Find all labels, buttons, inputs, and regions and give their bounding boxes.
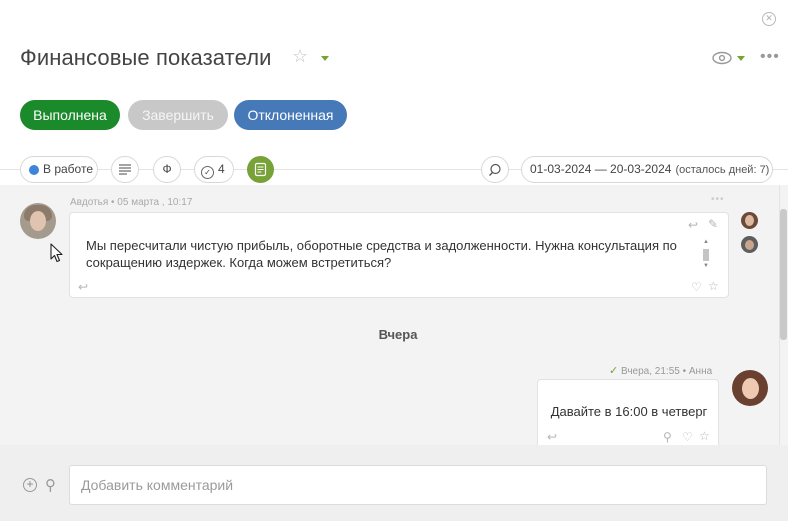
message-meta: ✓ Вчера, 21:55 • Анна (609, 365, 713, 377)
edit-icon[interactable]: ✎ (708, 217, 718, 231)
search-icon (489, 163, 501, 176)
page-title: Финансовые показатели (20, 45, 272, 70)
comment-input[interactable] (69, 465, 767, 505)
message-more-icon[interactable]: ••• (711, 194, 725, 205)
comment-text: Мы пересчитали чистую прибыль, оборотные… (86, 238, 677, 270)
days-remaining: (осталось дней: 7) (675, 164, 770, 176)
checklist-count: 4 (218, 162, 225, 176)
pin-icon[interactable]: ⚲ (663, 430, 672, 444)
comment-text: Давайте в 16:00 в четверг (550, 404, 708, 419)
quote-reply-icon[interactable]: ↩ (547, 430, 557, 444)
favorite-star-icon[interactable]: ☆ (292, 46, 308, 67)
description-button[interactable] (111, 156, 139, 183)
status-done-button[interactable]: Выполнена (20, 100, 120, 130)
task-status-label: В работе (43, 162, 94, 176)
reply-icon[interactable]: ↩ (688, 218, 698, 232)
like-heart-icon[interactable]: ♡ (691, 280, 702, 294)
message-meta: Авдотья • 05 марта , 10:17 (70, 197, 193, 208)
avatar[interactable] (732, 370, 768, 406)
checklist-check-icon: ✓ (201, 166, 214, 179)
avatar[interactable] (741, 212, 758, 229)
quote-reply-icon[interactable]: ↩ (78, 280, 88, 294)
task-dates-pill[interactable]: 01-03-2024 — 20-03-2024 (осталось дней: 7… (521, 156, 773, 183)
close-icon[interactable]: ✕ (762, 12, 776, 26)
finance-icon: Ф (162, 162, 172, 176)
status-finish-button[interactable]: Завершить (128, 100, 228, 130)
avatar[interactable] (20, 203, 56, 239)
title-dropdown-chevron-icon[interactable] (321, 56, 329, 61)
mouse-cursor-icon (50, 243, 63, 263)
task-status-dropdown[interactable]: В работе (20, 156, 98, 183)
day-divider: Вчера (378, 327, 418, 342)
comments-icon (254, 162, 267, 177)
status-dot-icon (29, 165, 39, 175)
more-menu-icon[interactable]: ••• (760, 48, 780, 66)
like-heart-icon[interactable]: ♡ (682, 430, 693, 444)
task-date-range: 01-03-2024 — 20-03-2024 (530, 162, 672, 176)
feed-scrollbar-thumb[interactable] (780, 209, 787, 340)
status-rejected-button[interactable]: Отклоненная (234, 100, 347, 130)
search-button[interactable] (481, 156, 509, 183)
comment-card: Мы пересчитали чистую прибыль, оборотные… (69, 212, 729, 298)
finance-button[interactable]: Ф (153, 156, 181, 183)
description-lines-icon (119, 164, 131, 175)
read-check-icon: ✓ (609, 365, 619, 377)
comment-scrollbar[interactable]: ▲ ▼ (702, 239, 710, 271)
attach-paperclip-icon[interactable]: ⚲ (45, 476, 56, 494)
favorite-star-icon[interactable]: ☆ (699, 429, 710, 443)
comments-tab-button[interactable] (247, 156, 274, 183)
favorite-star-icon[interactable]: ☆ (708, 279, 719, 293)
watch-eye-icon[interactable] (711, 50, 733, 66)
add-icon[interactable]: + (23, 478, 37, 492)
watch-dropdown-chevron-icon[interactable] (737, 56, 745, 61)
avatar[interactable] (741, 236, 758, 253)
checklist-button[interactable]: ✓ 4 (194, 156, 234, 183)
